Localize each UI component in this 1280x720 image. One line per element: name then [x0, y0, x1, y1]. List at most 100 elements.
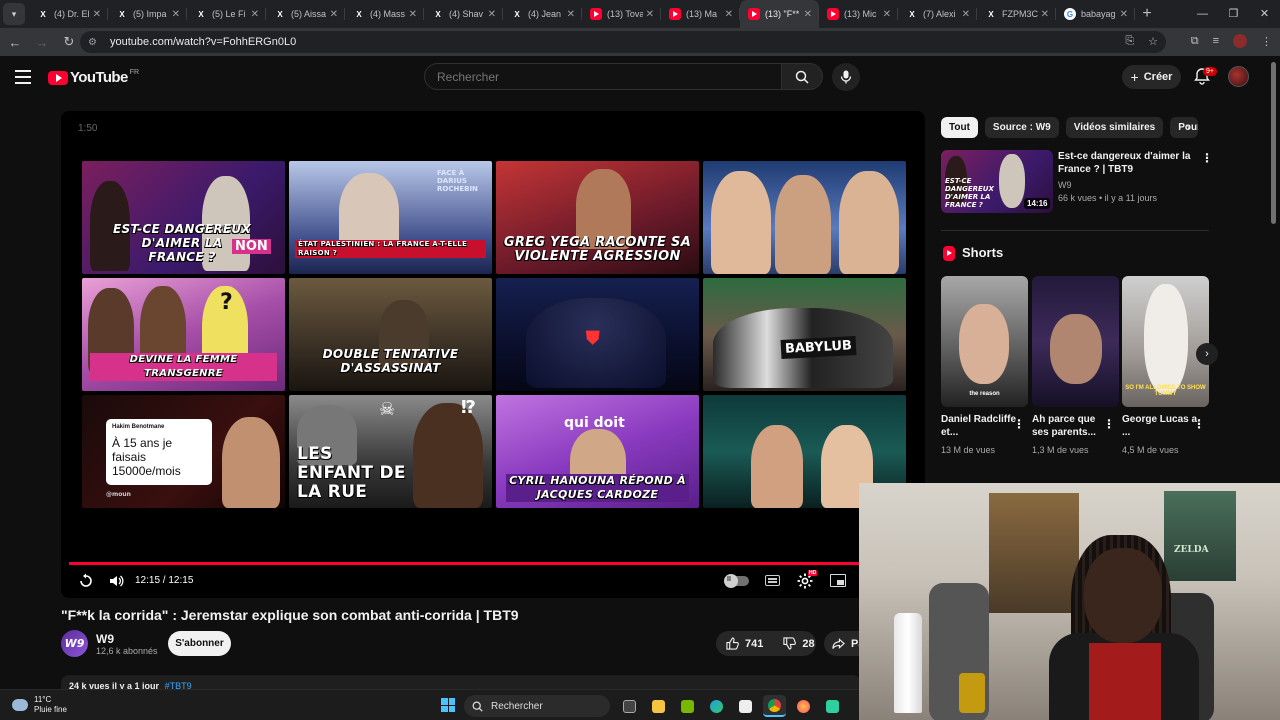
short-thumbnail-2[interactable]	[1032, 276, 1119, 407]
short-thumbnail-1[interactable]: the reason	[941, 276, 1028, 407]
browser-tab[interactable]: Gbabayag ✕	[1056, 0, 1135, 28]
search-input[interactable]	[425, 64, 781, 90]
url-text[interactable]: youtube.com/watch?v=FohhERGn0L0	[110, 36, 296, 48]
close-tab-icon[interactable]: ✕	[93, 9, 101, 20]
tab-groups-icon[interactable]: ≡	[1213, 35, 1219, 47]
close-tab-icon[interactable]: ✕	[962, 9, 970, 20]
chrome-menu-icon[interactable]: ⋮	[1261, 35, 1272, 48]
browser-tab[interactable]: X (4) Mass ✕	[345, 0, 424, 28]
close-tab-icon[interactable]: ✕	[567, 9, 575, 20]
chevron-right-icon[interactable]: ›	[1186, 120, 1190, 134]
hashtag-link[interactable]: #TBT9	[165, 681, 192, 689]
channel-name[interactable]: W9	[96, 632, 114, 646]
subtitles-icon[interactable]	[765, 575, 780, 586]
endscreen-video-4[interactable]	[703, 161, 906, 274]
extensions-icon[interactable]: ⧉	[1191, 35, 1199, 48]
chip-related[interactable]: Vidéos similaires	[1065, 117, 1164, 138]
close-tab-icon[interactable]: ✕	[1120, 9, 1128, 20]
browser-tab[interactable]: (13) "F** ✕	[740, 0, 819, 28]
profile-avatar-icon[interactable]	[1233, 34, 1247, 48]
recommended-channel[interactable]: W9	[1058, 180, 1072, 190]
close-tab-icon[interactable]: ✕	[488, 9, 496, 20]
subscribe-button[interactable]: S'abonner	[168, 631, 231, 656]
close-tab-icon[interactable]: ✕	[330, 9, 338, 20]
short-title-3[interactable]: George Lucas a ...	[1122, 413, 1198, 439]
app-icon[interactable]	[821, 695, 844, 717]
browser-tab[interactable]: X FZPM3C ✕	[977, 0, 1056, 28]
back-button[interactable]: ←	[3, 35, 27, 50]
short-title-2[interactable]: Ah parce que ses parents...	[1032, 413, 1108, 439]
miniplayer-icon[interactable]	[830, 574, 846, 587]
tab-search-button[interactable]: ▾	[3, 3, 25, 25]
endscreen-video-6[interactable]: DOUBLE TENTATIVE D'ASSASSINAT	[289, 278, 492, 391]
chrome-icon[interactable]	[763, 695, 786, 717]
more-options-icon[interactable]: ⋮	[1103, 417, 1115, 431]
endscreen-video-9[interactable]: Hakim Benotmane À 15 ans je faisais 1500…	[82, 395, 285, 508]
browser-tab[interactable]: (13) Ma ✕	[661, 0, 740, 28]
browser-tab[interactable]: X (7) Alexi ✕	[898, 0, 977, 28]
close-window-button[interactable]: ✕	[1249, 0, 1280, 28]
chip-source[interactable]: Source : W9	[984, 117, 1059, 138]
close-tab-icon[interactable]: ✕	[1041, 9, 1049, 20]
search-button[interactable]	[781, 63, 823, 90]
volume-icon[interactable]	[108, 573, 124, 589]
bookmark-star-icon[interactable]: ☆	[1148, 35, 1158, 48]
dislike-button[interactable]: 28	[773, 637, 824, 650]
close-tab-icon[interactable]: ✕	[251, 9, 259, 20]
endscreen-video-3[interactable]: GREG YEGA RACONTE SA VIOLENTE AGRESSION	[496, 161, 699, 274]
minimize-button[interactable]: —	[1187, 0, 1218, 28]
nvidia-icon[interactable]	[676, 695, 699, 717]
chip-for-you[interactable]: Pour	[1170, 117, 1199, 138]
endscreen-video-11[interactable]: qui doit CYRIL HANOUNA RÉPOND À JACQUES …	[496, 395, 699, 508]
close-tab-icon[interactable]: ✕	[804, 9, 812, 20]
create-button[interactable]: + Créer	[1122, 65, 1181, 89]
install-app-icon[interactable]: ⎘	[1125, 35, 1134, 48]
browser-tab[interactable]: X (5) Le Fi ✕	[187, 0, 266, 28]
recommended-title[interactable]: Est-ce dangereux d'aimer la France ? | T…	[1058, 150, 1194, 176]
autoplay-toggle[interactable]	[724, 574, 749, 588]
search-box[interactable]	[424, 63, 782, 90]
progress-bar[interactable]	[69, 562, 917, 565]
short-thumbnail-3[interactable]: SO I'M ALLOWED TO SHOW TUMMY	[1122, 276, 1209, 407]
more-options-icon[interactable]: ⋮	[1201, 151, 1213, 165]
youtube-logo[interactable]: YouTube FR	[48, 69, 139, 86]
store-icon[interactable]	[734, 695, 757, 717]
endscreen-video-10[interactable]: ☠ ⁉ LES ENFANT DE LA RUE	[289, 395, 492, 508]
edge-icon[interactable]	[705, 695, 728, 717]
more-options-icon[interactable]: ⋮	[1013, 417, 1025, 431]
browser-tab[interactable]: (13) Tova ✕	[582, 0, 661, 28]
endscreen-video-8[interactable]: BABYLUB	[703, 278, 906, 391]
browser-tab[interactable]: X (4) Dr. El ✕	[29, 0, 108, 28]
browser-tab[interactable]: (13) Mic ✕	[819, 0, 898, 28]
taskbar-search[interactable]: Rechercher	[464, 695, 610, 717]
page-scrollbar[interactable]	[1271, 62, 1276, 224]
voice-search-button[interactable]	[832, 63, 860, 91]
firefox-icon[interactable]	[792, 695, 815, 717]
new-tab-button[interactable]: +	[1135, 5, 1159, 23]
channel-avatar[interactable]: W9	[61, 630, 88, 657]
chip-all[interactable]: Tout	[941, 117, 978, 138]
menu-icon[interactable]	[15, 70, 31, 88]
browser-tab[interactable]: X (5) Aissa ✕	[266, 0, 345, 28]
replay-icon[interactable]	[78, 573, 94, 589]
forward-button[interactable]: →	[30, 35, 54, 50]
windows-start-icon[interactable]	[441, 698, 455, 712]
file-explorer-icon[interactable]	[647, 695, 670, 717]
more-options-icon[interactable]: ⋮	[1193, 417, 1205, 431]
like-button[interactable]: 741	[716, 637, 773, 650]
endscreen-video-2[interactable]: FACE À DARIUS ROCHEBIN ÉTAT PALESTINIEN …	[289, 161, 492, 274]
endscreen-video-7[interactable]: ⛊	[496, 278, 699, 391]
omnibox[interactable]: ⚙ youtube.com/watch?v=FohhERGn0L0 ⎘ ☆	[80, 31, 1166, 53]
close-tab-icon[interactable]: ✕	[883, 9, 891, 20]
browser-tab[interactable]: X (5) Impa ✕	[108, 0, 187, 28]
video-player[interactable]: 1:50 NON EST-CE DANGEREUX D'AIMER LA FRA…	[61, 111, 925, 598]
weather-widget[interactable]: 11°C Pluie fine	[12, 695, 67, 715]
browser-tab[interactable]: X (4) Jean ✕	[503, 0, 582, 28]
endscreen-video-5[interactable]: ? DEVINE LA FEMME TRANSGENRE	[82, 278, 285, 391]
site-info-icon[interactable]: ⚙	[88, 37, 102, 48]
close-tab-icon[interactable]: ✕	[646, 9, 654, 20]
browser-tab[interactable]: X (4) Shav ✕	[424, 0, 503, 28]
close-tab-icon[interactable]: ✕	[725, 9, 733, 20]
close-tab-icon[interactable]: ✕	[172, 9, 180, 20]
maximize-button[interactable]: ❐	[1218, 0, 1249, 28]
